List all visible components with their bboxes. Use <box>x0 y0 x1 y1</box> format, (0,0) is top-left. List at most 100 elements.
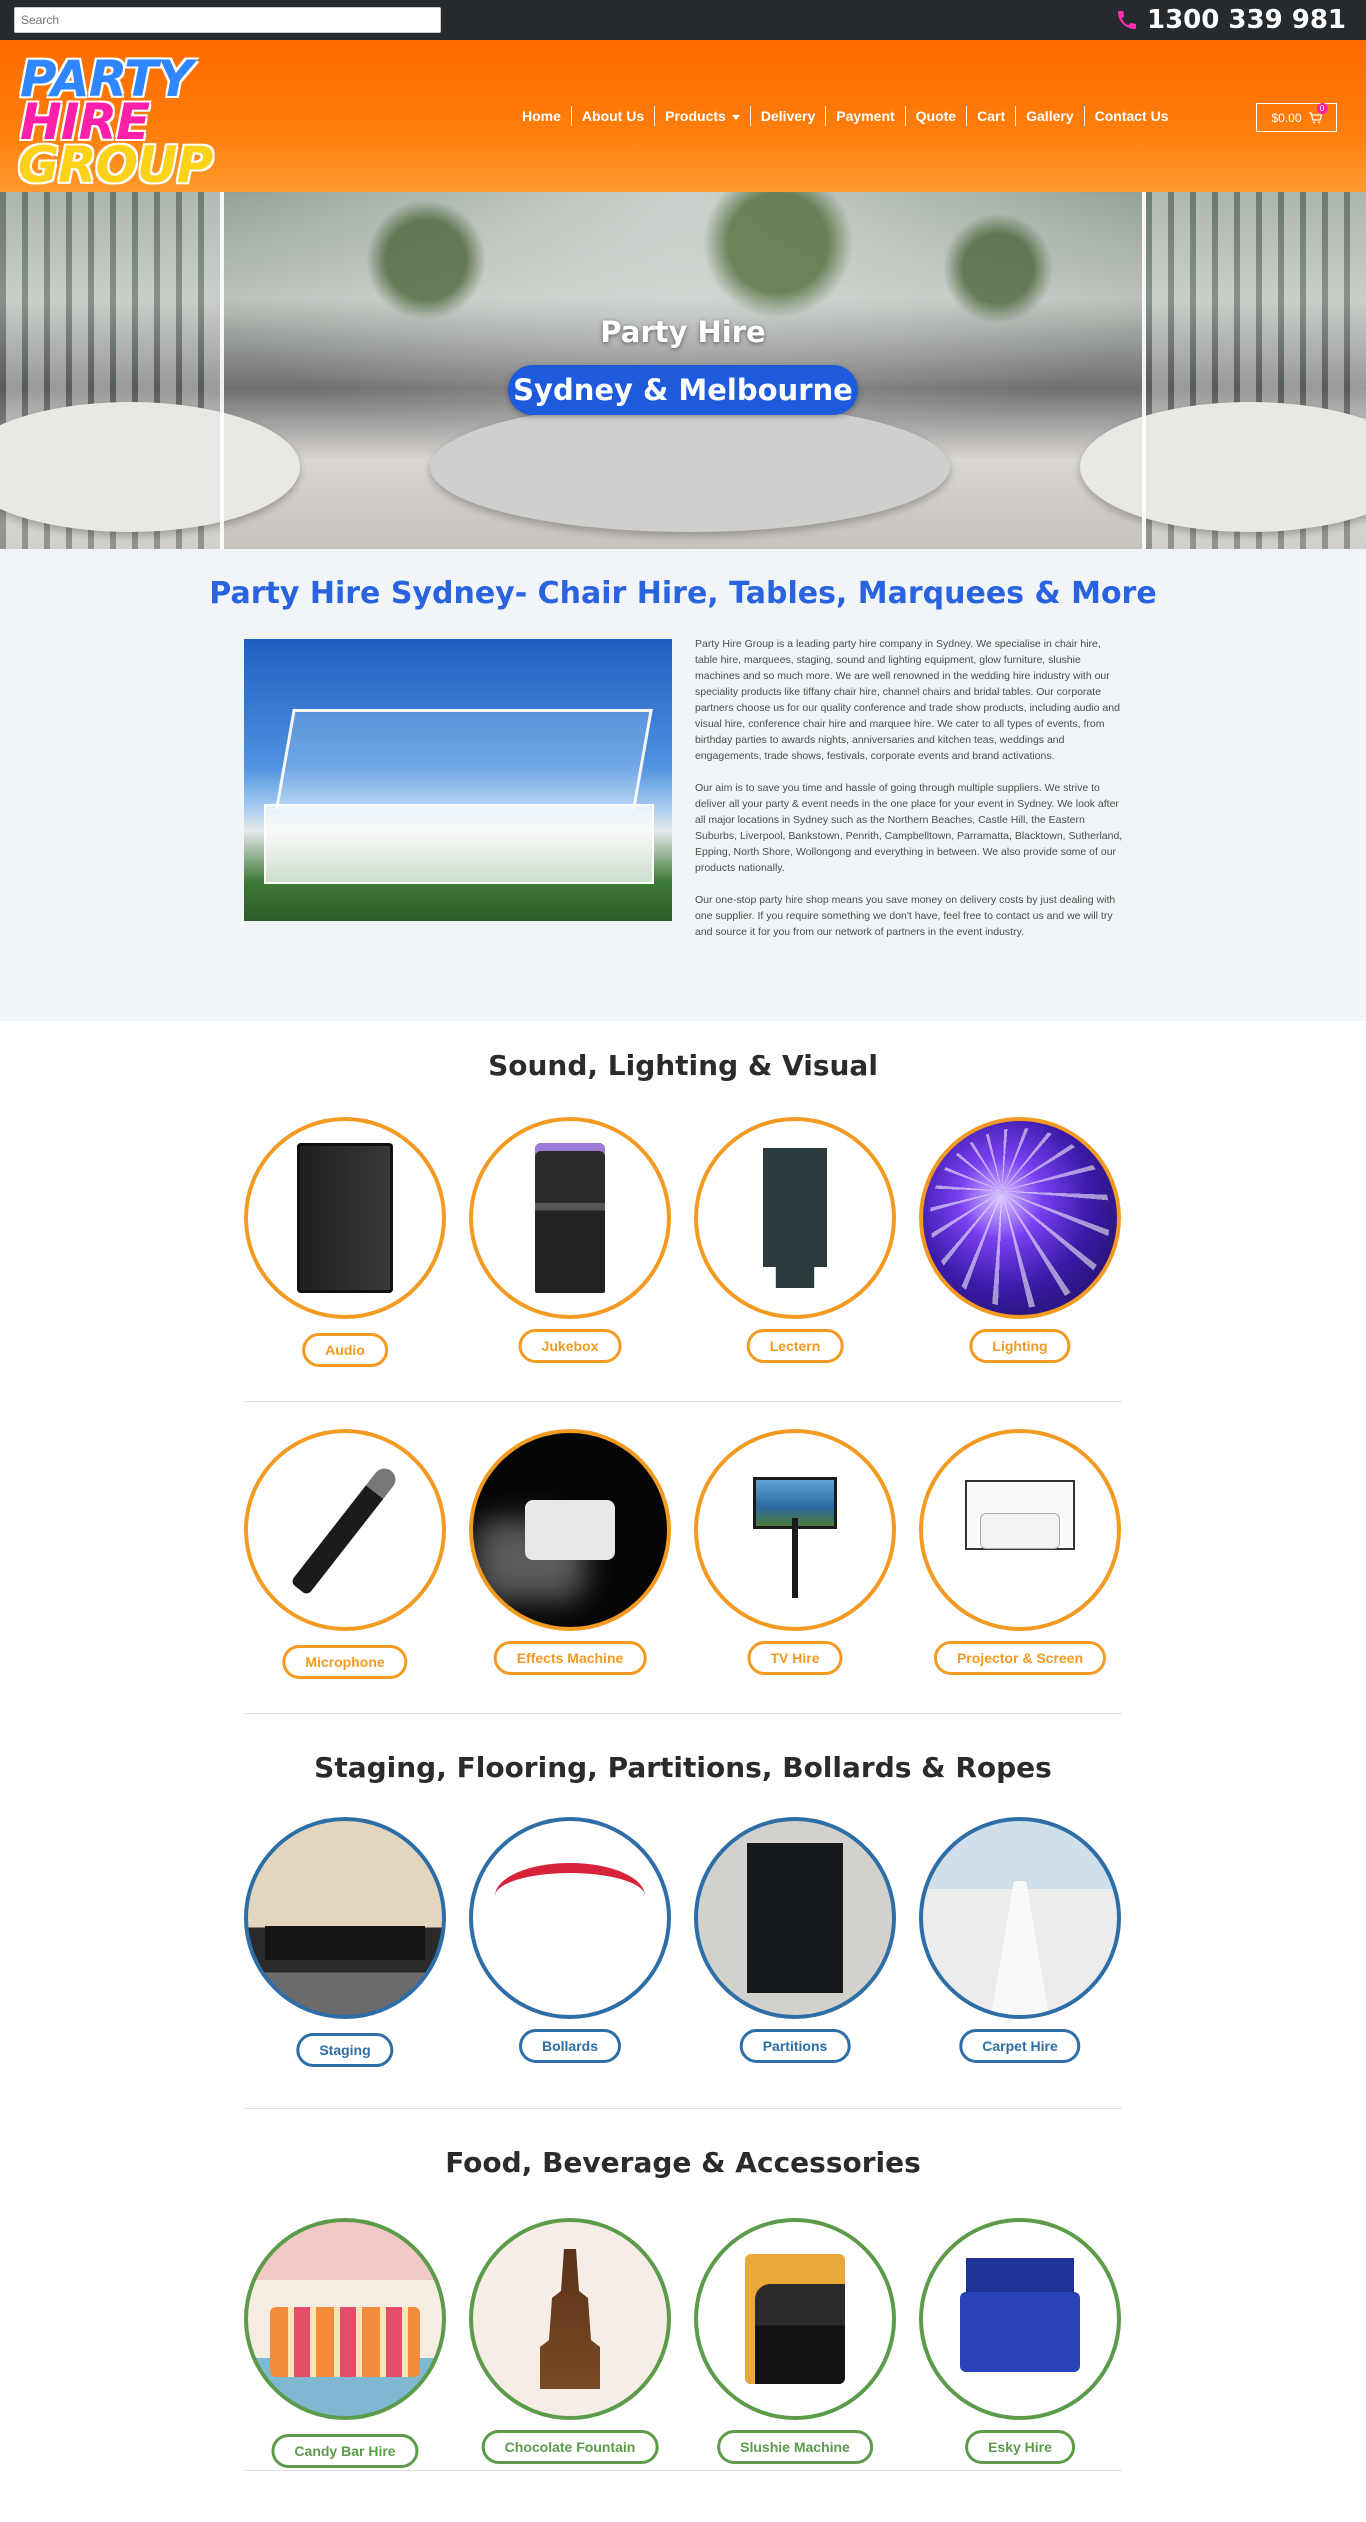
product-label-button[interactable]: Jukebox <box>518 1329 622 1363</box>
hero-location-pill: Sydney & Melbourne <box>508 365 858 415</box>
product-label-button[interactable]: Slushie Machine <box>717 2430 873 2464</box>
product-image[interactable] <box>694 1817 896 2019</box>
product-bollards[interactable]: Bollards <box>469 1817 671 2063</box>
nav-payment[interactable]: Payment <box>825 106 904 126</box>
product-label-button[interactable]: Candy Bar Hire <box>271 2434 419 2468</box>
nav-products-label: Products <box>665 108 726 124</box>
product-label-button[interactable]: Lighting <box>969 1329 1071 1363</box>
product-label-button[interactable]: Bollards <box>518 2029 622 2063</box>
nav-about-us[interactable]: About Us <box>570 106 654 126</box>
product-label-button[interactable]: Projector & Screen <box>933 1641 1107 1675</box>
site-header: PARTY HIRE GROUP Home About Us Products … <box>0 40 1366 192</box>
product-image[interactable] <box>919 1429 1121 1631</box>
nav-quote[interactable]: Quote <box>904 106 966 126</box>
projector-icon <box>980 1513 1060 1549</box>
product-carpet-hire[interactable]: Carpet Hire <box>919 1817 1121 2063</box>
product-lectern[interactable]: Lectern <box>694 1117 896 1363</box>
product-row: Microphone Effects Machine TV Hire Proje… <box>244 1429 1122 1699</box>
product-image[interactable] <box>694 2218 896 2420</box>
nav-products[interactable]: Products <box>654 106 750 126</box>
section-staging: Staging, Flooring, Partitions, Bollards … <box>0 1713 1366 2109</box>
candy-jars-icon <box>270 2307 420 2377</box>
product-label-button[interactable]: TV Hire <box>747 1641 843 1675</box>
lectern-icon <box>763 1148 827 1288</box>
hero-table-right <box>1080 402 1366 532</box>
cart-button[interactable]: $0.00 0 <box>1256 102 1337 132</box>
top-bar: 1300 339 981 <box>0 0 1366 40</box>
product-image[interactable] <box>244 1117 446 1319</box>
intro-section: Party Hire Sydney- Chair Hire, Tables, M… <box>0 549 1366 1021</box>
product-chocolate-fountain[interactable]: Chocolate Fountain <box>469 2218 671 2464</box>
product-label-button[interactable]: Carpet Hire <box>959 2029 1081 2063</box>
product-label-button[interactable]: Lectern <box>746 1329 844 1363</box>
section-food-beverage: Food, Beverage & Accessories Candy Bar H… <box>0 2108 1366 2471</box>
product-projector-screen[interactable]: Projector & Screen <box>919 1429 1121 1675</box>
product-row: Candy Bar Hire Chocolate Fountain Slushi… <box>244 2218 1122 2468</box>
cart-icon: 0 <box>1308 102 1328 124</box>
product-label-button[interactable]: Esky Hire <box>965 2430 1075 2464</box>
product-image[interactable] <box>469 1117 671 1319</box>
intro-text: Party Hire Group is a leading party hire… <box>695 636 1125 956</box>
marquee-wall <box>264 804 654 884</box>
product-staging[interactable]: Staging <box>244 1817 446 2067</box>
hero-kicker: Party Hire <box>600 315 766 349</box>
esky-icon <box>960 2292 1080 2372</box>
product-image[interactable] <box>469 1817 671 2019</box>
product-image[interactable] <box>244 2218 446 2420</box>
product-image[interactable] <box>694 1117 896 1319</box>
marquee-roof <box>275 709 653 809</box>
product-candy-bar-hire[interactable]: Candy Bar Hire <box>244 2218 446 2468</box>
product-partitions[interactable]: Partitions <box>694 1817 896 2063</box>
nav-home[interactable]: Home <box>512 106 571 126</box>
product-label-button[interactable]: Microphone <box>282 1645 408 1679</box>
product-jukebox[interactable]: Jukebox <box>469 1117 671 1363</box>
product-tv-hire[interactable]: TV Hire <box>694 1429 896 1675</box>
section-title: Staging, Flooring, Partitions, Bollards … <box>314 1751 1052 1784</box>
intro-paragraph-1: Party Hire Group is a leading party hire… <box>695 638 1120 762</box>
nav-contact-us[interactable]: Contact Us <box>1083 106 1179 126</box>
product-image[interactable] <box>244 1429 446 1631</box>
marquee-image <box>244 639 672 921</box>
product-slushie-machine[interactable]: Slushie Machine <box>694 2218 896 2464</box>
section-title: Sound, Lighting & Visual <box>488 1049 878 1082</box>
product-image[interactable] <box>469 2218 671 2420</box>
product-label-button[interactable]: Staging <box>296 2033 394 2067</box>
main-nav: Home About Us Products Delivery Payment … <box>512 106 1179 126</box>
laser-icon <box>930 1128 1110 1308</box>
product-esky-hire[interactable]: Esky Hire <box>919 2218 1121 2464</box>
product-image[interactable] <box>919 1117 1121 1319</box>
product-image[interactable] <box>469 1429 671 1631</box>
site-logo[interactable]: PARTY HIRE GROUP <box>18 52 213 190</box>
product-label-button[interactable]: Partitions <box>739 2029 851 2063</box>
nav-delivery[interactable]: Delivery <box>749 106 825 126</box>
stage-icon <box>265 1926 425 1960</box>
product-image[interactable] <box>244 1817 446 2019</box>
product-label-button[interactable]: Chocolate Fountain <box>481 2430 659 2464</box>
chevron-down-icon <box>731 114 740 120</box>
nav-cart[interactable]: Cart <box>966 106 1015 126</box>
section-divider <box>244 1401 1122 1402</box>
nav-gallery[interactable]: Gallery <box>1015 106 1083 126</box>
fog-machine-icon <box>525 1500 615 1560</box>
tv-stand-icon <box>792 1518 798 1598</box>
product-microphone[interactable]: Microphone <box>244 1429 446 1679</box>
product-image[interactable] <box>919 1817 1121 2019</box>
product-image[interactable] <box>919 2218 1121 2420</box>
phone-icon <box>1117 11 1136 29</box>
section-divider <box>244 2470 1122 2471</box>
product-effects-machine[interactable]: Effects Machine <box>469 1429 671 1675</box>
fountain-icon <box>540 2249 600 2389</box>
search-input[interactable] <box>14 7 441 33</box>
jukebox-icon <box>535 1143 605 1293</box>
product-audio[interactable]: Audio <box>244 1117 446 1367</box>
phone-link[interactable]: 1300 339 981 <box>1115 4 1346 36</box>
carpet-icon <box>990 1881 1050 2015</box>
hero-divider-left <box>220 192 224 549</box>
product-row: Audio Jukebox Lectern Lighting <box>244 1117 1122 1387</box>
bollard-icon <box>495 1863 645 1973</box>
intro-title: Party Hire Sydney- Chair Hire, Tables, M… <box>209 576 1157 611</box>
product-lighting[interactable]: Lighting <box>919 1117 1121 1363</box>
product-label-button[interactable]: Audio <box>302 1333 388 1367</box>
product-label-button[interactable]: Effects Machine <box>493 1641 647 1675</box>
product-image[interactable] <box>694 1429 896 1631</box>
